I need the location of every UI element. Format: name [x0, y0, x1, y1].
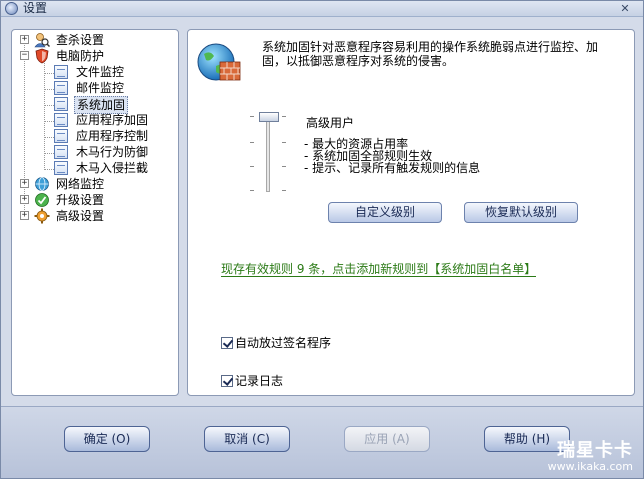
record-log-checkbox[interactable]: [221, 374, 233, 387]
restore-default-level-button[interactable]: 恢复默认级别: [464, 202, 578, 223]
tree-item-pc-protection[interactable]: − 电脑防护: [12, 48, 178, 64]
security-level-slider-track[interactable]: [266, 112, 270, 192]
tree-item-label: 应用程序控制: [76, 129, 149, 143]
watermark-brand: 瑞星卡卡: [557, 440, 633, 461]
tree-item-file-monitor[interactable]: 文件监控: [12, 64, 178, 80]
search-person-icon: [34, 33, 50, 48]
system-hardening-panel: 系统加固针对恶意程序容易利用的操作系统脆弱点进行监控、加固，以抵御恶意程序对系统…: [187, 29, 635, 396]
update-icon: [35, 193, 49, 207]
tree-item-system-hardening[interactable]: 系统加固: [12, 96, 178, 114]
expand-toggle[interactable]: +: [20, 211, 29, 220]
tree-item-app-control[interactable]: 应用程序控制: [12, 128, 178, 144]
watermark: 瑞星卡卡 www.ikaka.com: [548, 441, 633, 473]
tree-item-label: 文件监控: [76, 65, 125, 79]
tree-item-trojan-intrusion[interactable]: 木马入侵拦截: [12, 160, 178, 176]
tree-item-update-settings[interactable]: + 升级设置: [12, 192, 178, 208]
slider-tick: [282, 116, 286, 117]
document-icon: [54, 65, 68, 79]
slider-tick: [250, 116, 254, 117]
level-name: 高级用户: [306, 116, 355, 130]
document-icon: [54, 145, 68, 159]
tree-item-label: 查杀设置: [56, 33, 105, 47]
tree-item-label: 高级设置: [56, 209, 105, 223]
cancel-button[interactable]: 取消 (C): [204, 426, 290, 452]
skip-signed-programs-checkbox-row[interactable]: 自动放过签名程序: [221, 335, 331, 351]
gear-icon: [34, 208, 50, 224]
tree-item-label: 木马入侵拦截: [76, 161, 149, 175]
expand-toggle[interactable]: +: [20, 179, 29, 188]
slider-tick: [282, 166, 286, 167]
tree-item-advanced-settings[interactable]: + 高级设置: [12, 208, 178, 224]
tree-item-label: 电脑防护: [56, 49, 105, 63]
settings-window: 设置 ✕ + 查杀设置 − 电脑防护 文件监控 邮件监控 系统加固 应用程序加固…: [0, 0, 644, 479]
checkbox-label: 记录日志: [235, 374, 284, 388]
settings-tree: + 查杀设置 − 电脑防护 文件监控 邮件监控 系统加固 应用程序加固 应用程序…: [11, 29, 179, 396]
slider-tick: [282, 142, 286, 143]
window-title: 设置: [23, 1, 48, 15]
document-icon: [54, 129, 68, 143]
tree-item-label: 网络监控: [56, 177, 105, 191]
document-icon: [54, 97, 68, 111]
ok-button[interactable]: 确定 (O): [64, 426, 150, 452]
app-icon: [5, 2, 18, 15]
watermark-url: www.ikaka.com: [547, 460, 633, 473]
tree-item-network-monitor[interactable]: + 网络监控: [12, 176, 178, 192]
custom-level-button[interactable]: 自定义级别: [328, 202, 442, 223]
collapse-toggle[interactable]: −: [20, 51, 29, 60]
document-icon: [54, 161, 68, 175]
slider-tick: [250, 142, 254, 143]
level-details: - 最大的资源占用率 - 系统加固全部规则生效 - 提示、记录所有触发规则的信息: [304, 138, 480, 174]
title-bar: 设置 ✕: [1, 1, 643, 17]
tree-item-label: 应用程序加固: [76, 113, 149, 127]
whitelist-rule-link[interactable]: 现存有效规则 9 条，点击添加新规则到【系统加固白名单】: [221, 262, 537, 277]
tree-item-scan-settings[interactable]: + 查杀设置: [12, 32, 178, 48]
tree-item-app-hardening[interactable]: 应用程序加固: [12, 112, 178, 128]
apply-button[interactable]: 应用 (A): [344, 426, 430, 452]
skip-signed-programs-checkbox[interactable]: [221, 336, 233, 349]
globe-firewall-icon: [197, 43, 241, 81]
tree-item-trojan-behavior[interactable]: 木马行为防御: [12, 144, 178, 160]
tree-item-mail-monitor[interactable]: 邮件监控: [12, 80, 178, 96]
expand-toggle[interactable]: +: [20, 35, 29, 44]
checkbox-label: 自动放过签名程序: [235, 336, 332, 350]
tree-item-label: 木马行为防御: [76, 145, 149, 159]
feature-description: 系统加固针对恶意程序容易利用的操作系统脆弱点进行监控、加固，以抵御恶意程序对系统…: [262, 40, 599, 68]
slider-tick: [282, 190, 286, 191]
level-detail-line: - 提示、记录所有触发规则的信息: [304, 161, 481, 175]
network-icon: [35, 177, 49, 191]
document-icon: [54, 81, 68, 95]
close-icon[interactable]: ✕: [617, 2, 633, 15]
document-icon: [54, 113, 68, 127]
tree-item-label: 邮件监控: [76, 81, 125, 95]
record-log-checkbox-row[interactable]: 记录日志: [221, 373, 283, 389]
security-level-slider-thumb[interactable]: [259, 112, 279, 122]
slider-tick: [250, 190, 254, 191]
slider-tick: [250, 166, 254, 167]
tree-item-label: 升级设置: [56, 193, 105, 207]
shield-icon: [35, 48, 49, 64]
expand-toggle[interactable]: +: [20, 195, 29, 204]
